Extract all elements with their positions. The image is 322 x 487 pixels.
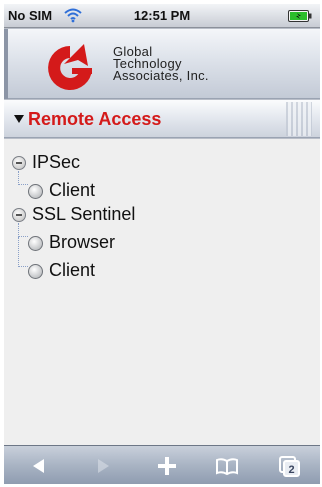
browser-toolbar: 2: [4, 445, 320, 484]
navigation-tree: IPSec Client SSL Sentinel Browser Client: [4, 139, 320, 449]
tree-node-ipsec[interactable]: IPSec: [12, 151, 132, 175]
gta-logo-icon: [48, 44, 92, 90]
site-header: Global Technology Associates, Inc.: [4, 29, 320, 99]
company-line-3: Associates, Inc.: [113, 68, 209, 83]
forward-icon[interactable]: [90, 454, 116, 478]
pages-count: 2: [288, 464, 294, 476]
tree-connector: [18, 223, 28, 237]
add-icon[interactable]: [154, 454, 180, 478]
node-bullet-icon: [28, 184, 43, 199]
tree-connector: [18, 171, 28, 185]
node-bullet-icon: [28, 264, 43, 279]
phone-screen: No SIM 12:51 PM Global Technology Associ…: [4, 4, 320, 484]
tree-connector: [18, 237, 28, 267]
tree-node-ssl-browser[interactable]: Browser: [28, 231, 148, 255]
tree-node-ssl-client[interactable]: Client: [28, 259, 128, 283]
tree-node-ipsec-client[interactable]: Client: [28, 179, 128, 203]
collapse-icon[interactable]: [12, 156, 26, 170]
tree-node-ssl-sentinel[interactable]: SSL Sentinel: [12, 203, 172, 227]
status-bar: No SIM 12:51 PM: [4, 4, 320, 28]
company-name: Global Technology Associates, Inc.: [113, 45, 209, 83]
clock: 12:51 PM: [133, 8, 191, 23]
section-header[interactable]: Remote Access: [4, 100, 320, 138]
node-bullet-icon: [28, 236, 43, 251]
back-icon[interactable]: [26, 454, 52, 478]
section-title[interactable]: Remote Access: [28, 109, 161, 130]
tree-node-label[interactable]: Browser: [49, 232, 115, 253]
triangle-down-icon[interactable]: [14, 115, 24, 123]
tree-node-label[interactable]: Client: [49, 180, 95, 201]
tree-node-label[interactable]: IPSec: [32, 152, 80, 173]
collapse-icon[interactable]: [12, 208, 26, 222]
header-edge: [4, 29, 8, 99]
tree-node-label[interactable]: Client: [49, 260, 95, 281]
battery-icon: [288, 10, 312, 22]
pages-icon[interactable]: 2: [276, 454, 302, 478]
grip-decoration: [286, 102, 312, 136]
bookmarks-icon[interactable]: [214, 454, 240, 478]
tree-node-label[interactable]: SSL Sentinel: [32, 204, 135, 225]
